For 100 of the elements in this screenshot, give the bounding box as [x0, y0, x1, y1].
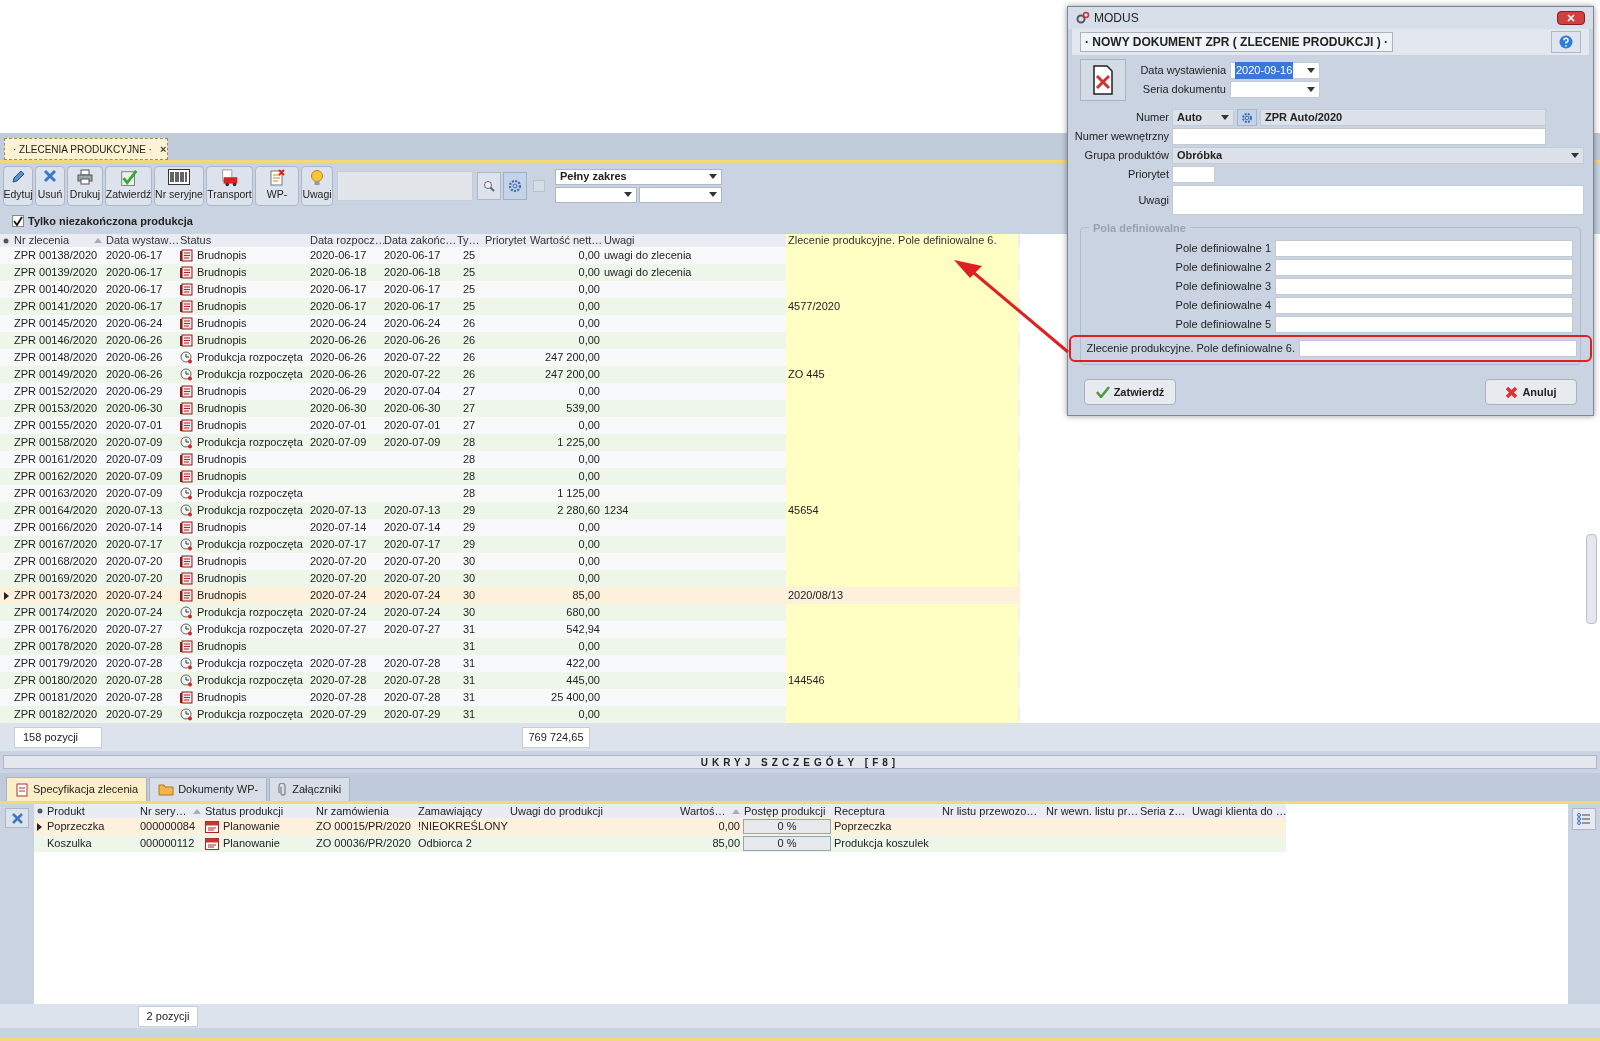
table-row[interactable]: ZPR 00174/2020 2020-07-24 Produkcja rozpoczęta 2020-07-24 2020-07-24 30 680,00 [0, 604, 1020, 621]
toolbar-button[interactable]: Uwagi [301, 165, 333, 206]
table-row[interactable]: ZPR 00141/2020 2020-06-17 Brudnopis 2020-06-17 2020-06-17 25 0,00 4577/2020 [0, 298, 1020, 315]
list-view-button[interactable] [1572, 808, 1596, 830]
tab[interactable]: Specyfikacja zlecenia [6, 777, 148, 801]
column-header[interactable]: Nr zlecenia [14, 232, 70, 249]
column-header[interactable]: Ty… [457, 232, 480, 249]
text-field[interactable] [1275, 278, 1573, 295]
toolbar-button[interactable]: Nr seryjne [154, 165, 204, 206]
range-dropdown[interactable]: Pełny zakres [555, 168, 722, 185]
table-row[interactable]: ZPR 00138/2020 2020-06-17 Brudnopis 2020-06-17 2020-06-17 25 0,00 uwagi do zlecenia [0, 247, 1020, 264]
settings-button[interactable] [503, 171, 527, 200]
text-field[interactable] [1299, 340, 1577, 357]
table-row[interactable]: Koszulka 000000112 Planowanie ZO 00036/PR/2020 Odbiorca 2 85,00 0 % Produkcja koszulek [34, 835, 1286, 852]
table-row[interactable]: ZPR 00139/2020 2020-06-17 Brudnopis 2020-06-18 2020-06-18 25 0,00 uwagi do zlecenia [0, 264, 1020, 281]
dropdown[interactable] [639, 186, 722, 203]
table-row[interactable]: ZPR 00148/2020 2020-06-26 Produkcja rozpoczęta 2020-06-26 2020-07-22 26 247 200,00 [0, 349, 1020, 366]
toolbar-button[interactable]: Usuń [35, 165, 65, 206]
tab[interactable]: Załączniki [269, 777, 351, 801]
column-header[interactable]: Uwagi do produkcji [510, 804, 603, 818]
table-cell-text: 2020-07-14 [310, 520, 367, 536]
delete-button[interactable] [5, 808, 29, 828]
toolbar-button[interactable]: Zatwierdź [105, 165, 152, 206]
text-field[interactable] [1275, 316, 1573, 333]
help-button[interactable] [1551, 31, 1581, 53]
toolbar-button[interactable]: Transport [206, 165, 253, 206]
text-field[interactable] [1275, 259, 1573, 276]
column-header[interactable]: Zamawiający [418, 804, 483, 818]
table-row[interactable]: ZPR 00173/2020 2020-07-24 Brudnopis 2020-07-24 2020-07-24 30 85,00 2020/08/13 [0, 587, 1020, 604]
column-header[interactable]: Postęp produkcji [744, 804, 826, 818]
table-row[interactable]: ZPR 00178/2020 2020-07-28 Brudnopis 31 0,00 [0, 638, 1020, 655]
column-header[interactable]: Wartoś… [680, 804, 726, 818]
table-row[interactable]: ZPR 00180/2020 2020-07-28 Produkcja rozpoczęta 2020-07-28 2020-07-28 31 445,00 144546 [0, 672, 1020, 689]
table-row[interactable]: ZPR 00155/2020 2020-07-01 Brudnopis 2020-07-01 2020-07-01 27 0,00 [0, 417, 1020, 434]
toolbar-button[interactable]: Drukuj [67, 165, 103, 206]
table-row[interactable]: ZPR 00168/2020 2020-07-20 Brudnopis 2020-07-20 2020-07-20 30 0,00 [0, 553, 1020, 570]
table-row[interactable]: ZPR 00158/2020 2020-07-09 Produkcja rozpoczęta 2020-07-09 2020-07-09 28 1 225,00 [0, 434, 1020, 451]
table-row[interactable]: ZPR 00181/2020 2020-07-28 Brudnopis 2020-07-28 2020-07-28 31 25 400,00 [0, 689, 1020, 706]
table-row[interactable]: ZPR 00182/2020 2020-07-29 Produkcja rozpoczęta 2020-07-29 2020-07-29 31 0,00 [0, 706, 1020, 723]
toolbar-button[interactable]: Edytuj [3, 165, 33, 206]
column-header[interactable]: Nr wewn. listu pr… [1046, 804, 1138, 818]
text-field[interactable] [1275, 297, 1573, 314]
table-row[interactable]: ZPR 00166/2020 2020-07-14 Brudnopis 2020-07-14 2020-07-14 29 0,00 [0, 519, 1020, 536]
column-header[interactable]: Status [180, 232, 212, 249]
confirm-button[interactable]: Zatwierdź [1084, 379, 1176, 405]
table-row[interactable]: ZPR 00152/2020 2020-06-29 Brudnopis 2020-06-29 2020-07-04 27 0,00 [0, 383, 1020, 400]
table-cell-text: 2020-07-27 [106, 622, 163, 638]
search-button[interactable] [477, 171, 501, 200]
text-field[interactable] [1172, 166, 1215, 183]
date-field[interactable]: 2020-09-16 [1230, 62, 1320, 79]
checkbox[interactable] [12, 215, 24, 227]
settings-button[interactable] [1237, 109, 1257, 126]
cancel-button[interactable]: Anuluj [1485, 379, 1577, 405]
table-row[interactable]: ZPR 00169/2020 2020-07-20 Brudnopis 2020-07-20 2020-07-20 30 0,00 [0, 570, 1020, 587]
table-row[interactable]: ZPR 00176/2020 2020-07-27 Produkcja rozpoczęta 2020-07-27 2020-07-27 31 542,94 [0, 621, 1020, 638]
table-row[interactable]: ZPR 00140/2020 2020-06-17 Brudnopis 2020-06-17 2020-06-17 25 0,00 [0, 281, 1020, 298]
group-dropdown[interactable]: Obróbka [1172, 147, 1584, 164]
column-header[interactable]: Uwagi [604, 232, 635, 249]
column-header[interactable]: Uwagi klienta do … [1192, 804, 1286, 818]
table-cell-text: 0,00 [578, 384, 600, 400]
column-header[interactable]: Receptura [834, 804, 885, 818]
number-mode-dropdown[interactable]: Auto [1172, 109, 1234, 126]
search-field[interactable] [337, 170, 473, 201]
table-row[interactable]: Poprzeczka 000000084 Planowanie ZO 00015/PR/2020 !NIEOKREŚLONY 0,00 0 % Poprzeczka [34, 818, 1286, 835]
dropdown[interactable] [555, 186, 637, 203]
column-header[interactable]: Data wystaw… [106, 232, 180, 249]
column-header[interactable]: Priorytet [485, 232, 526, 249]
column-header[interactable]: Nr sery… [140, 804, 187, 818]
tab[interactable]: Dokumenty WP- [149, 777, 268, 801]
column-header[interactable]: Status produkcji [205, 804, 284, 818]
table-cell-text: 2020-07-27 [384, 622, 441, 638]
table-row[interactable]: ZPR 00145/2020 2020-06-24 Brudnopis 2020-06-24 2020-06-24 26 0,00 [0, 315, 1020, 332]
column-header[interactable]: Seria z… [1140, 804, 1186, 818]
column-header[interactable]: Nr listu przewozo… [942, 804, 1038, 818]
table-row[interactable]: ZPR 00167/2020 2020-07-17 Produkcja rozpoczęta 2020-07-17 2020-07-17 29 0,00 [0, 536, 1020, 553]
table-row[interactable]: ZPR 00163/2020 2020-07-09 Produkcja rozpoczęta 28 1 125,00 [0, 485, 1020, 502]
table-row[interactable]: ZPR 00149/2020 2020-06-26 Produkcja rozpoczęta 2020-06-26 2020-07-22 26 247 200,00 ZO 445 [0, 366, 1020, 383]
table-row[interactable]: ZPR 00161/2020 2020-07-09 Brudnopis 28 0,00 [0, 451, 1020, 468]
column-header[interactable]: Produkt [47, 804, 85, 818]
column-header[interactable]: Nr zamówienia [316, 804, 389, 818]
close-tab-button[interactable]: × [159, 140, 167, 158]
table-row[interactable]: ZPR 00162/2020 2020-07-09 Brudnopis 28 0,00 [0, 468, 1020, 485]
text-field[interactable] [1275, 240, 1573, 257]
table-row[interactable]: ZPR 00179/2020 2020-07-28 Produkcja rozpoczęta 2020-07-28 2020-07-28 31 422,00 [0, 655, 1020, 672]
text-field[interactable] [1172, 128, 1546, 145]
table-row[interactable]: ZPR 00146/2020 2020-06-26 Brudnopis 2020-06-26 2020-06-26 26 0,00 [0, 332, 1020, 349]
notes-field[interactable] [1172, 185, 1584, 215]
details-toggle-bar[interactable]: UKRYJ SZCZEGÓŁY [F8] [3, 755, 1597, 769]
series-dropdown[interactable] [1230, 81, 1320, 98]
table-row[interactable]: ZPR 00164/2020 2020-07-13 Produkcja rozpoczęta 2020-07-13 2020-07-13 29 2 280,60 1234 45654 [0, 502, 1020, 519]
table-cell-text: 2020-06-26 [310, 333, 367, 349]
table-row[interactable]: ZPR 00153/2020 2020-06-30 Brudnopis 2020-06-30 2020-06-30 27 539,00 [0, 400, 1020, 417]
scrollbar[interactable] [1586, 534, 1597, 624]
toolbar-button[interactable]: WP- [255, 165, 299, 206]
column-header[interactable]: Data zakońc… [384, 232, 457, 249]
column-header[interactable]: Data rozpocz… [310, 232, 386, 249]
document-tab[interactable]: · ZLECENIA PRODUKCYJNE · × [4, 138, 168, 160]
close-button[interactable] [1557, 11, 1585, 25]
table-cell-text: 2020-06-17 [384, 299, 441, 315]
column-header[interactable]: Wartość nett… [530, 232, 603, 249]
